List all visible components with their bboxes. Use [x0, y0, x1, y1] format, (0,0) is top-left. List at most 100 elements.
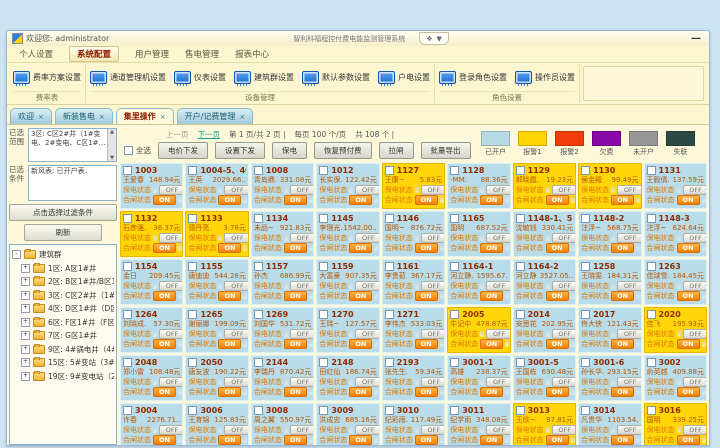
meter-card[interactable]: 2005 牛记中 478.87元 保电状态 OFF 合闸状态: [447, 307, 510, 353]
switch-on-button[interactable]: ON: [349, 291, 372, 301]
meter-card[interactable]: 1004-5、40一 王英 2029.66.. 保电状态 OFF 合闸状态: [185, 163, 248, 209]
switch-on-button[interactable]: ON: [611, 339, 634, 349]
switch-on-button[interactable]: ON: [349, 243, 372, 253]
protect-off-button[interactable]: OFF: [290, 425, 314, 435]
card-checkbox[interactable]: [581, 358, 590, 367]
meter-card[interactable]: 1165 国明 687.52元 保电状态 OFF 合闸状态: [447, 211, 510, 257]
card-checkbox[interactable]: [188, 406, 197, 415]
card-checkbox[interactable]: [450, 262, 459, 271]
tree-item[interactable]: + 2区: B区1#井/B区1#: [12, 275, 114, 289]
protect-off-button[interactable]: OFF: [224, 425, 248, 435]
switch-on-button[interactable]: ON: [480, 387, 503, 397]
meter-card[interactable]: 1270 王玮~ 127.57元 保电状态 OFF 合闸状态: [316, 307, 379, 353]
card-checkbox[interactable]: [450, 406, 459, 415]
card-checkbox[interactable]: [385, 358, 394, 367]
switch-on-button[interactable]: ON: [480, 339, 503, 349]
protect-off-button[interactable]: OFF: [486, 185, 510, 195]
ribbon-button[interactable]: 建筑群设置: [234, 71, 294, 84]
switch-on-button[interactable]: ON: [284, 291, 307, 301]
card-checkbox[interactable]: [123, 406, 132, 415]
meter-card[interactable]: 1145 李理光. 1542.00.. 保电状态 OFF 合闸状态: [316, 211, 379, 257]
protect-off-button[interactable]: OFF: [290, 329, 314, 339]
protect-off-button[interactable]: OFF: [159, 281, 183, 291]
protect-off-button[interactable]: OFF: [355, 425, 379, 435]
expand-icon[interactable]: +: [21, 264, 30, 273]
meter-card[interactable]: 1164-1 河立静. 1595.67. 保电状态 OFF 合闸状态: [447, 259, 510, 305]
meter-card[interactable]: 3013 王欣~ 97.81元 保电状态 OFF 合闸状态: [513, 403, 576, 446]
tree-root[interactable]: - 建筑群: [12, 248, 114, 262]
switch-on-button[interactable]: ON: [415, 291, 438, 301]
switch-on-button[interactable]: ON: [218, 387, 241, 397]
card-checkbox[interactable]: [581, 406, 590, 415]
switch-on-button[interactable]: ON: [677, 243, 700, 253]
ribbon-button[interactable]: 登录角色设置: [439, 71, 507, 84]
card-checkbox[interactable]: [581, 262, 590, 271]
ribbon-button[interactable]: 费率方案设置: [13, 71, 81, 84]
card-checkbox[interactable]: [516, 166, 525, 175]
expand-icon[interactable]: +: [21, 358, 30, 367]
tab-close-icon[interactable]: ×: [160, 113, 166, 121]
meter-card[interactable]: 1003 王爱春 148.94元 保电状态 OFF 合闸状态: [120, 163, 183, 209]
protect-off-button[interactable]: OFF: [683, 233, 707, 243]
protect-off-button[interactable]: OFF: [683, 329, 707, 339]
card-checkbox[interactable]: [450, 214, 459, 223]
protect-off-button[interactable]: OFF: [355, 377, 379, 387]
card-checkbox[interactable]: [254, 406, 263, 415]
card-checkbox[interactable]: [450, 310, 459, 319]
protect-off-button[interactable]: OFF: [486, 281, 510, 291]
selected-condition-listbox[interactable]: 新风表: 已开户表．: [28, 165, 117, 201]
meter-card[interactable]: 1265 谢丽娜 199.09元 保电状态 OFF 合闸状态: [185, 307, 248, 353]
action-button[interactable]: 批量导出: [421, 142, 471, 159]
card-checkbox[interactable]: [647, 214, 656, 223]
switch-on-button[interactable]: ON: [153, 195, 176, 205]
refresh-button[interactable]: 刷新: [24, 224, 102, 241]
switch-on-button[interactable]: ON: [218, 435, 241, 445]
menu-item[interactable]: 售电管理: [185, 48, 219, 60]
tree-item[interactable]: + 3区: C区2#井（1#变: [12, 289, 114, 303]
meter-card[interactable]: 1133 德丹亮. 3.78元 保电状态 OFF 合闸状态: [185, 211, 248, 257]
protect-off-button[interactable]: OFF: [617, 425, 641, 435]
protect-off-button[interactable]: OFF: [617, 233, 641, 243]
protect-off-button[interactable]: OFF: [159, 329, 183, 339]
card-checkbox[interactable]: [450, 358, 459, 367]
next-page-link[interactable]: 下一页: [198, 129, 221, 140]
document-tab[interactable]: 开户/记费管理 ×: [177, 108, 254, 124]
switch-on-button[interactable]: ON: [153, 339, 176, 349]
protect-off-button[interactable]: OFF: [355, 329, 379, 339]
meter-card[interactable]: 1134 未品~ 921.83元 保电状态 OFF 合闸状态: [251, 211, 314, 257]
switch-on-button[interactable]: ON: [677, 387, 700, 397]
card-checkbox[interactable]: [123, 214, 132, 223]
card-checkbox[interactable]: [516, 262, 525, 271]
protect-off-button[interactable]: OFF: [290, 233, 314, 243]
protect-off-button[interactable]: OFF: [617, 329, 641, 339]
meter-card[interactable]: 3006 王育锦 125.83元 保电状态 OFF 合闸状态: [185, 403, 248, 446]
protect-off-button[interactable]: OFF: [552, 185, 576, 195]
card-checkbox[interactable]: [385, 166, 394, 175]
switch-on-button[interactable]: ON: [546, 195, 569, 205]
tab-close-icon[interactable]: ×: [239, 113, 245, 121]
card-checkbox[interactable]: [319, 166, 328, 175]
switch-on-button[interactable]: ON: [218, 195, 241, 205]
meter-card[interactable]: 3002 俞英越 409.88元 保电状态 OFF 合闸状态: [644, 355, 707, 401]
protect-off-button[interactable]: OFF: [224, 329, 248, 339]
switch-on-button[interactable]: ON: [415, 339, 438, 349]
action-button[interactable]: 设置下发: [215, 142, 265, 159]
meter-card[interactable]: 1161 李贵茹 367.17元 保电状态 OFF 合闸状态: [382, 259, 445, 305]
card-checkbox[interactable]: [647, 166, 656, 175]
meter-card[interactable]: 3001-5 王国栋 690.48元 保电状态 OFF 合闸状态: [513, 355, 576, 401]
card-checkbox[interactable]: [123, 166, 132, 175]
meter-card[interactable]: 1148-3 注浮~ 624.64元 保电状态 OFF 合闸状态: [644, 211, 707, 257]
meter-card[interactable]: 1155 唐迪迪 544.28元 保电状态 OFF 合闸状态: [185, 259, 248, 305]
tree-item[interactable]: + 4区: D区1#井（D区1: [12, 302, 114, 316]
switch-on-button[interactable]: ON: [546, 291, 569, 301]
switch-on-button[interactable]: ON: [415, 195, 438, 205]
protect-off-button[interactable]: OFF: [421, 425, 445, 435]
protect-off-button[interactable]: OFF: [421, 377, 445, 387]
minimize-button[interactable]: —: [688, 34, 704, 44]
meter-card[interactable]: 3010 纪彩雨. 117.49元 保电状态 OFF 合闸状态: [382, 403, 445, 446]
card-checkbox[interactable]: [319, 214, 328, 223]
card-checkbox[interactable]: [254, 214, 263, 223]
tab-close-icon[interactable]: ×: [38, 113, 44, 121]
protect-off-button[interactable]: OFF: [683, 377, 707, 387]
meter-card[interactable]: 3001-1 高雄 238.37元 保电状态 OFF 合闸状态: [447, 355, 510, 401]
